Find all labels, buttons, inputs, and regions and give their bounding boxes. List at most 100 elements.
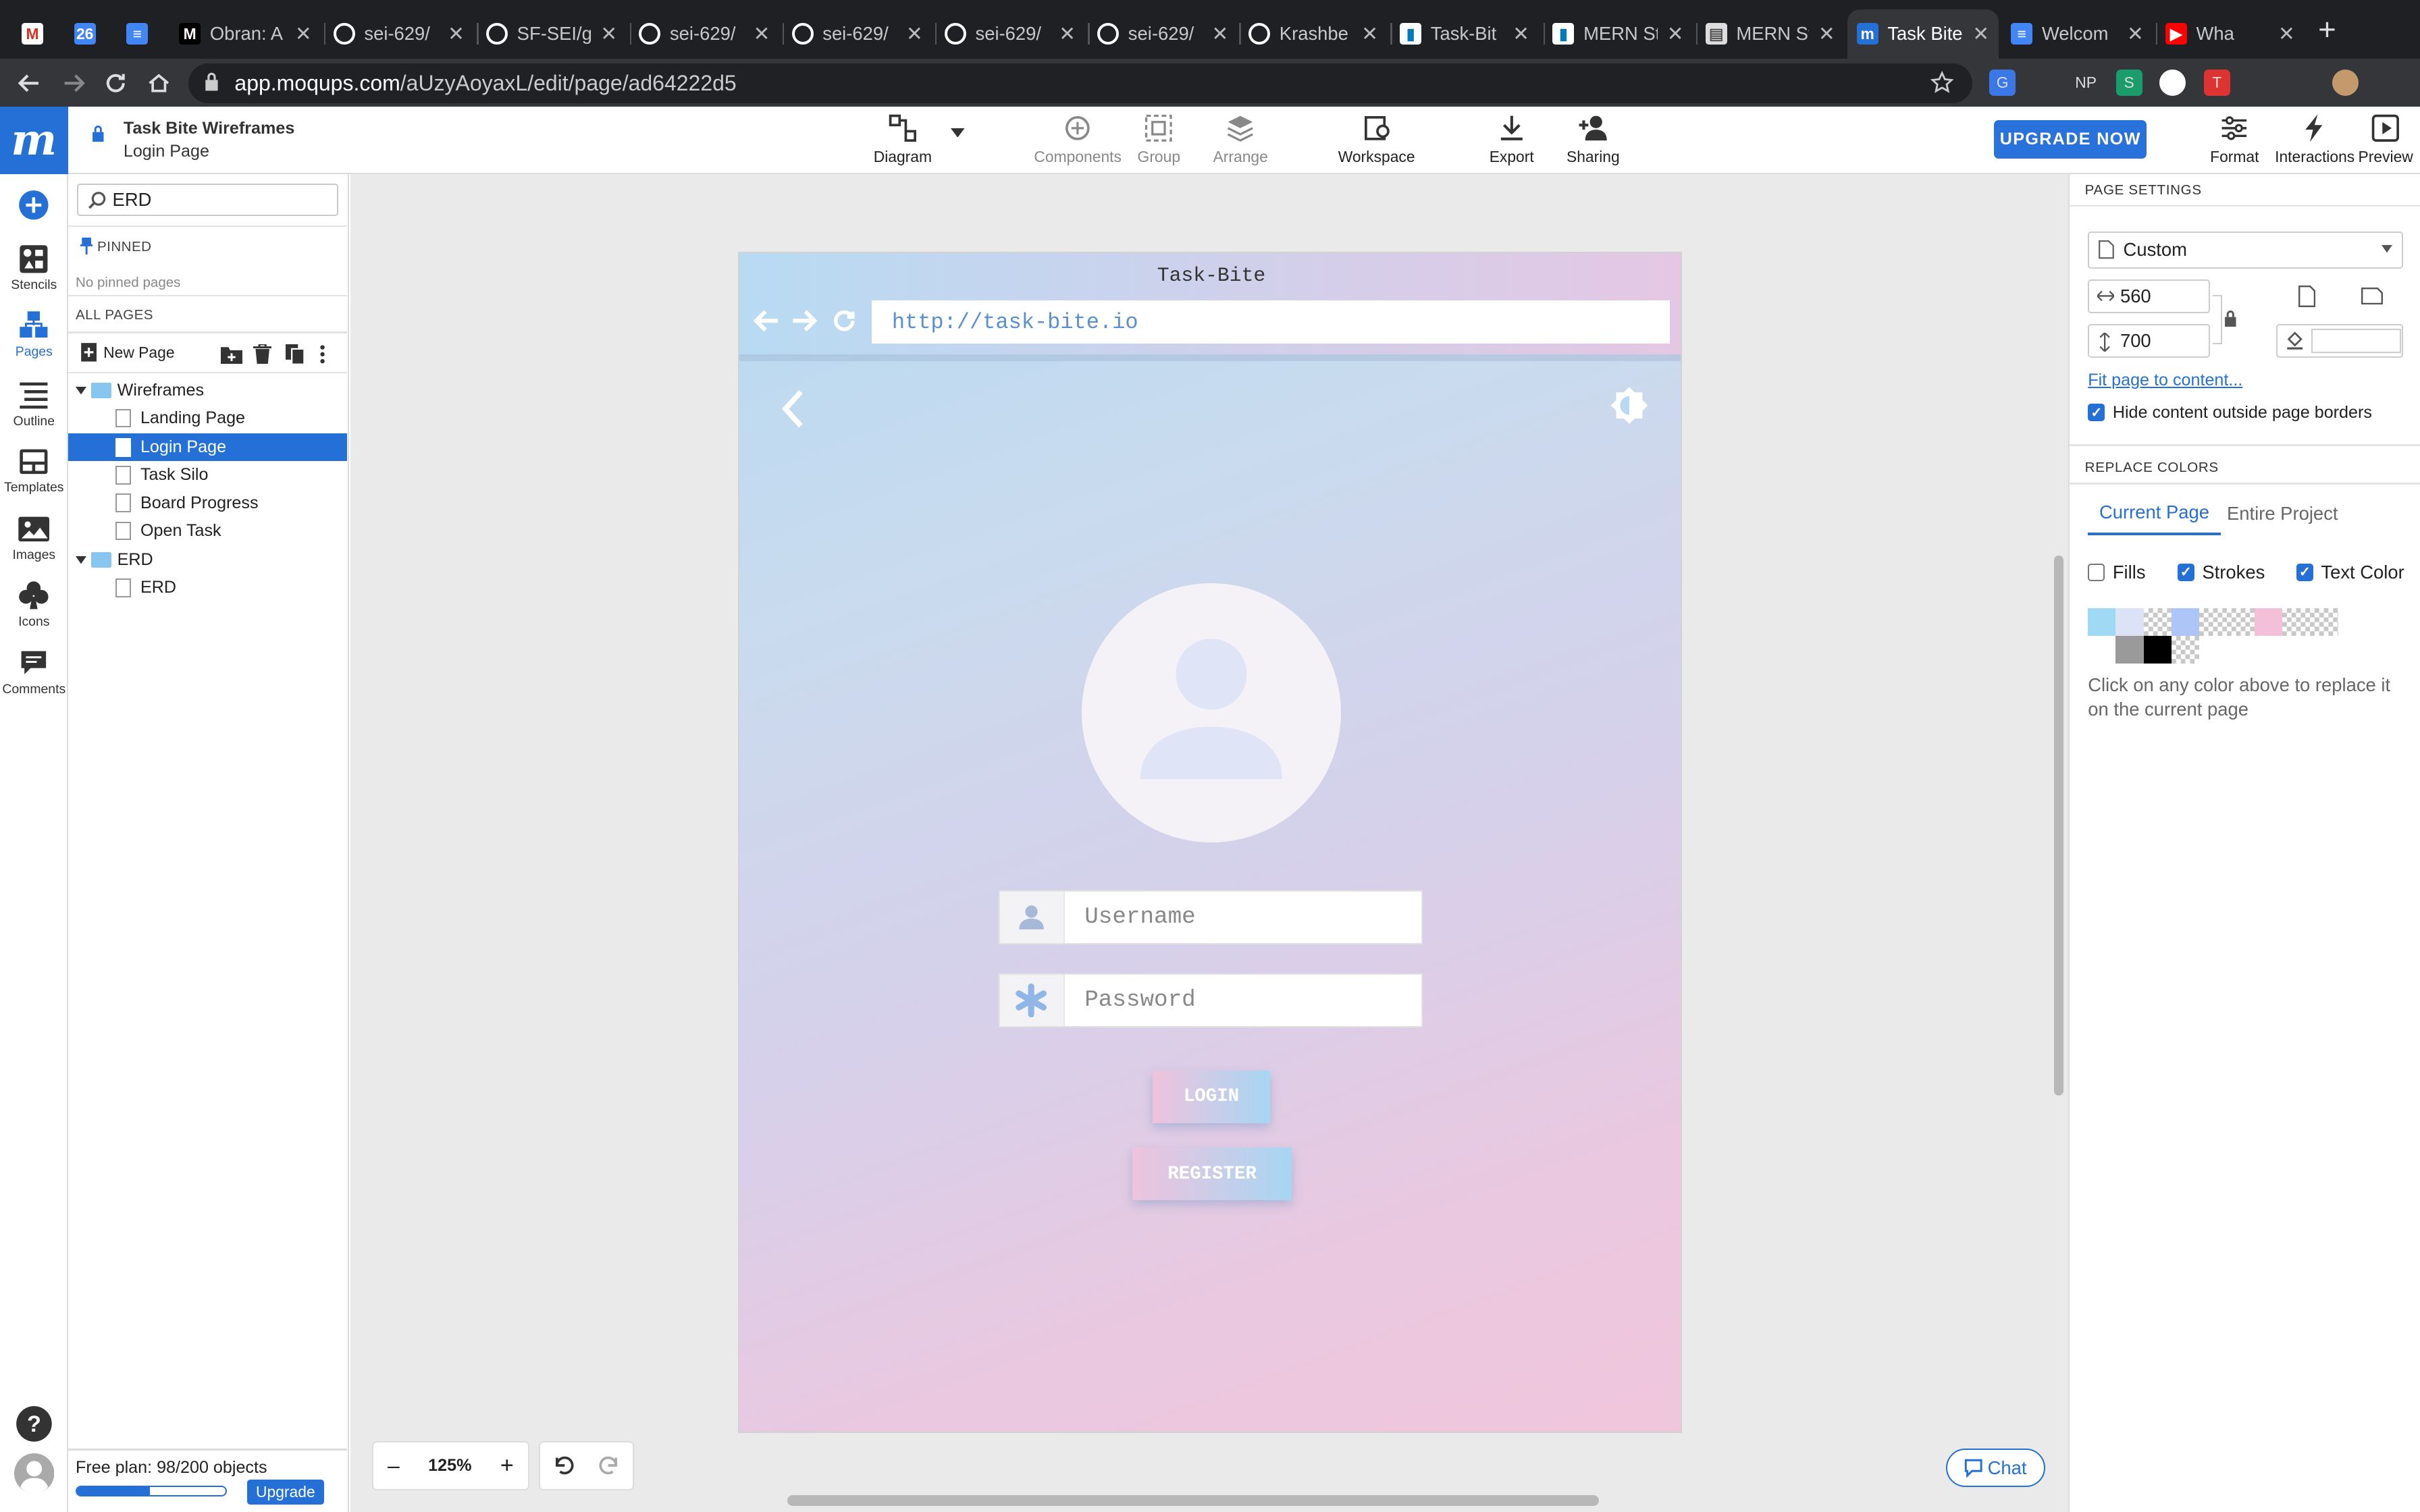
moqups-logo[interactable]: m	[0, 106, 68, 175]
mock-url-field[interactable]: http://task-bite.io	[872, 300, 1670, 344]
mock-browser-header[interactable]: Task-Bite http://task-bite.io	[739, 252, 1681, 355]
mock-forward-arrow-icon[interactable]	[791, 308, 819, 333]
color-swatch[interactable]	[2143, 635, 2172, 664]
home-icon[interactable]	[144, 68, 175, 99]
username-field[interactable]: Username	[998, 890, 1423, 944]
extension-circle-icon[interactable]	[2159, 69, 2186, 96]
wireframe-artboard[interactable]: Task-Bite http://task-bite.io Username P…	[737, 251, 1683, 1434]
workspace-button[interactable]: Workspace	[1338, 113, 1415, 167]
page-item-landing[interactable]: Landing Page	[68, 404, 348, 432]
project-name[interactable]: Task Bite Wireframes	[124, 119, 294, 138]
close-tab-icon[interactable]: ✕	[1972, 22, 1989, 46]
color-swatch[interactable]	[2255, 608, 2283, 636]
extension-t-icon[interactable]: T	[2203, 69, 2230, 96]
rail-images[interactable]: Images	[0, 514, 68, 563]
browser-tab[interactable]: sei-629/ ✕	[629, 9, 780, 59]
page-fill-color-picker[interactable]	[2276, 323, 2403, 358]
close-tab-icon[interactable]: ✕	[754, 22, 770, 46]
media-control-icon[interactable]	[2289, 70, 2315, 96]
profile-avatar[interactable]	[2332, 69, 2359, 96]
close-tab-icon[interactable]: ✕	[295, 22, 312, 46]
color-swatch[interactable]	[2143, 608, 2172, 636]
rail-icons[interactable]: Icons	[0, 580, 68, 629]
add-button[interactable]	[0, 190, 68, 221]
close-tab-icon[interactable]: ✕	[906, 22, 923, 46]
close-tab-icon[interactable]: ✕	[448, 22, 465, 46]
chat-button[interactable]: Chat	[1946, 1449, 2045, 1488]
landscape-orientation-button[interactable]	[2341, 279, 2402, 313]
strokes-checkbox[interactable]: ✓ Strokes	[2177, 562, 2265, 583]
sharing-button[interactable]: Sharing	[1567, 113, 1620, 167]
page-item-open-task[interactable]: Open Task	[68, 517, 348, 545]
page-item-board-progress[interactable]: Board Progress	[68, 489, 348, 517]
mock-moon-icon[interactable]	[1560, 389, 1594, 429]
close-tab-icon[interactable]: ✕	[1059, 22, 1076, 46]
export-button[interactable]: Export	[1490, 113, 1534, 167]
back-icon[interactable]	[14, 68, 45, 99]
browser-tab[interactable]: m Task Bite ✕	[1847, 9, 1999, 59]
bookmark-star-icon[interactable]	[1930, 71, 1954, 94]
color-swatch[interactable]	[2088, 608, 2116, 636]
horizontal-scrollbar[interactable]	[787, 1494, 1599, 1506]
close-tab-icon[interactable]: ✕	[600, 22, 617, 46]
rail-stencils[interactable]: Stencils	[0, 244, 68, 293]
color-swatch[interactable]	[2115, 608, 2144, 636]
color-swatch[interactable]	[2338, 608, 2366, 636]
close-tab-icon[interactable]: ✕	[1361, 22, 1378, 46]
color-swatch[interactable]	[2199, 608, 2227, 636]
browser-tab[interactable]: sei-629/ ✕	[323, 9, 474, 59]
close-tab-icon[interactable]: ✕	[1818, 22, 1835, 46]
mock-reload-icon[interactable]	[832, 308, 857, 333]
preview-button[interactable]: Preview	[2359, 113, 2413, 167]
extension-np-icon[interactable]: NP	[2073, 70, 2099, 96]
tab-current-page[interactable]: Current Page	[2088, 492, 2221, 536]
color-swatch[interactable]	[2115, 635, 2144, 664]
page-height-input[interactable]: 700	[2088, 323, 2210, 358]
vertical-scrollbar[interactable]	[2054, 555, 2063, 1096]
reload-icon[interactable]	[101, 68, 132, 99]
browser-tab[interactable]: ▤ MERN St ✕	[1695, 9, 1844, 59]
address-bar[interactable]: app.moqups.com/aUzyAoyaxL/edit/page/ad64…	[188, 63, 1973, 104]
pages-search-input[interactable]: ERD	[77, 183, 338, 216]
page-width-input[interactable]: 560	[2088, 279, 2210, 313]
color-swatch[interactable]	[2226, 608, 2255, 636]
color-swatch[interactable]	[2310, 608, 2338, 636]
text-color-checkbox[interactable]: ✓ Text Color	[2296, 562, 2404, 583]
zoom-out-button[interactable]: –	[388, 1453, 400, 1478]
folder-wireframes[interactable]: Wireframes	[68, 377, 348, 404]
mock-chevron-left-icon[interactable]	[779, 389, 807, 429]
color-swatch[interactable]	[2088, 635, 2116, 664]
login-button[interactable]: LOGIN	[1153, 1070, 1270, 1123]
new-tab-button[interactable]: +	[2318, 12, 2336, 47]
page-size-preset-select[interactable]: Custom	[2088, 231, 2403, 269]
color-swatch[interactable]	[2171, 608, 2199, 636]
interactions-button[interactable]: Interactions	[2275, 113, 2355, 167]
puzzle-icon[interactable]	[2247, 70, 2273, 96]
rail-templates[interactable]: Templates	[0, 446, 68, 495]
rail-comments[interactable]: Comments	[0, 648, 68, 697]
close-tab-icon[interactable]: ✕	[1512, 22, 1529, 46]
format-button[interactable]: Format	[2210, 113, 2259, 167]
close-tab-icon[interactable]: ✕	[1667, 22, 1684, 46]
forward-icon[interactable]	[59, 68, 90, 99]
browser-tab[interactable]: ≡	[117, 9, 164, 59]
help-button[interactable]: ?	[0, 1405, 68, 1442]
close-tab-icon[interactable]: ✕	[2278, 22, 2295, 46]
browser-tab[interactable]: M	[12, 9, 59, 59]
close-tab-icon[interactable]: ✕	[2127, 22, 2144, 46]
portrait-orientation-button[interactable]	[2276, 279, 2338, 313]
mock-brightness-icon[interactable]	[1608, 385, 1651, 429]
close-tab-icon[interactable]: ✕	[1212, 22, 1229, 46]
browser-tab[interactable]: 26	[65, 9, 111, 59]
browser-tab[interactable]: ▶ Wha ✕	[2156, 9, 2304, 59]
tab-entire-project[interactable]: Entire Project	[2227, 492, 2350, 535]
password-field[interactable]: Password	[998, 973, 1423, 1027]
page-item-login[interactable]: Login Page	[68, 433, 348, 462]
fit-page-link[interactable]: Fit page to content...	[2088, 371, 2242, 390]
browser-tab[interactable]: sei-629/ ✕	[935, 9, 1085, 59]
new-page-button[interactable]: New Page	[80, 342, 175, 362]
trash-icon[interactable]	[253, 344, 272, 364]
color-swatch[interactable]	[2171, 635, 2199, 664]
rail-pages[interactable]: Pages	[0, 310, 68, 359]
undo-icon[interactable]	[552, 1455, 574, 1476]
